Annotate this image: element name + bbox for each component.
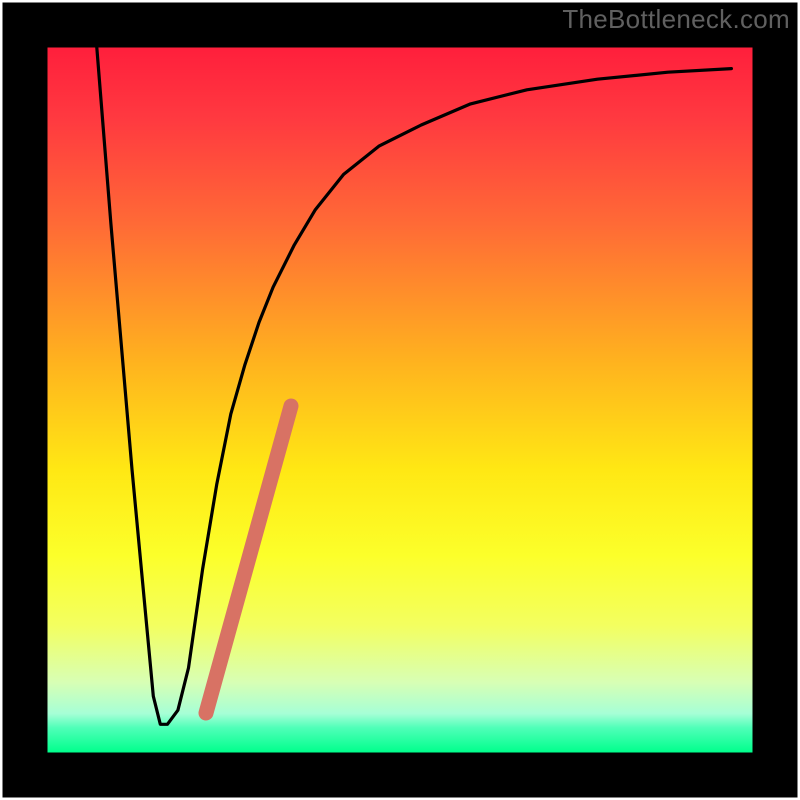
chart-svg	[0, 0, 800, 800]
plot-background	[48, 48, 753, 753]
chart-canvas: TheBottleneck.com	[0, 0, 800, 800]
highlight-dot	[241, 557, 253, 569]
highlight-dot	[230, 599, 242, 611]
highlight-dot	[208, 680, 220, 692]
watermark-label: TheBottleneck.com	[562, 4, 790, 35]
